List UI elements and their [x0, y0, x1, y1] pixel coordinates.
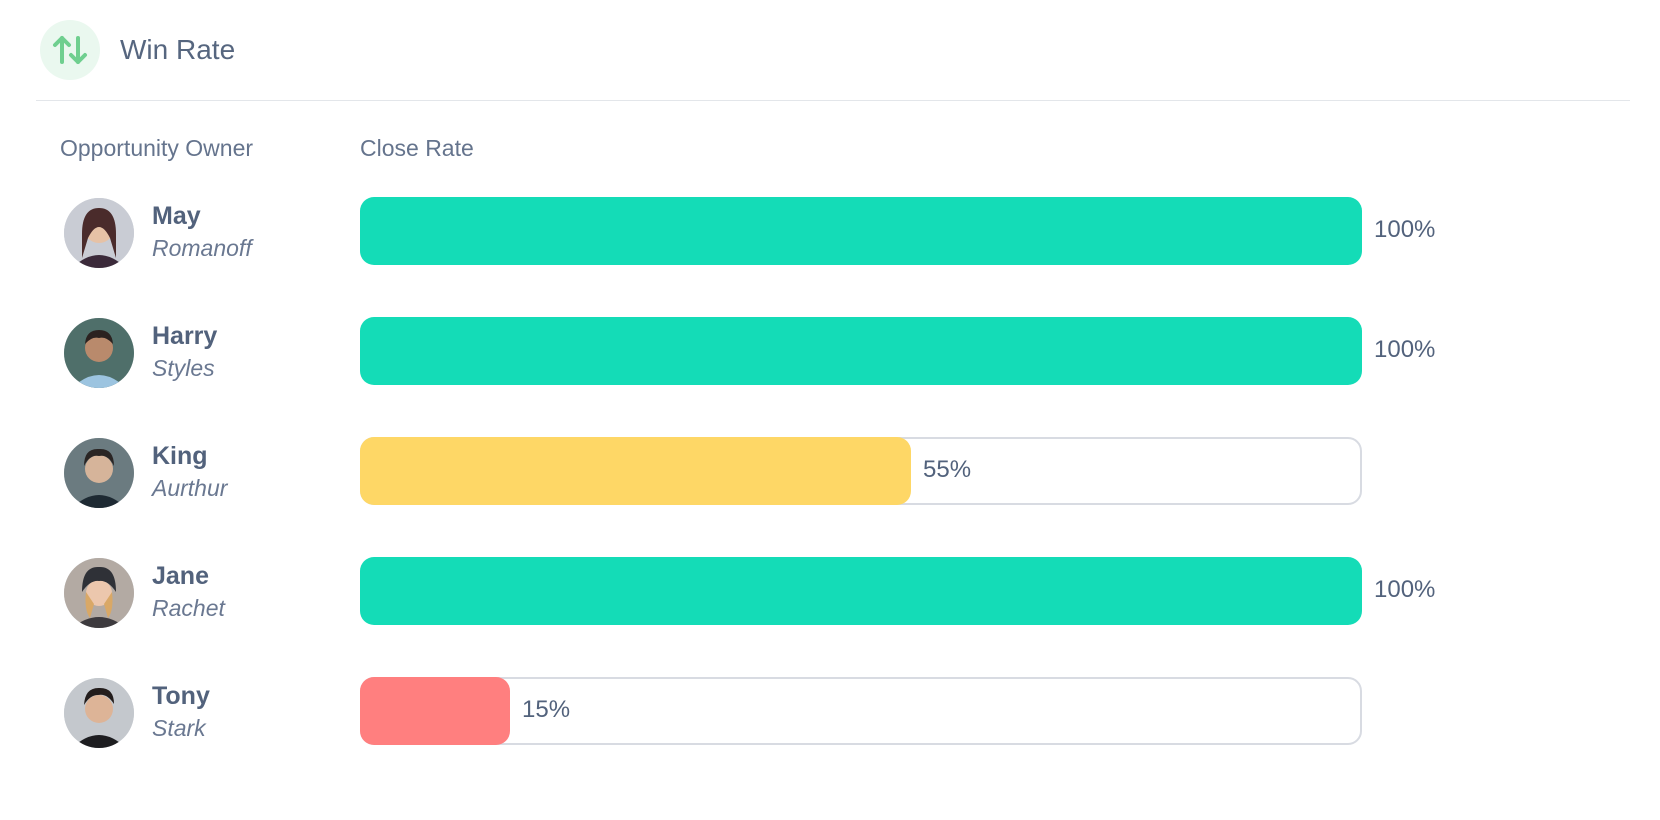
sort-arrows-icon — [40, 20, 100, 80]
owner-name: Jane Rachet — [152, 560, 225, 624]
owner-last-name: Aurthur — [152, 475, 228, 501]
avatar — [64, 318, 134, 388]
owner-last-name: Rachet — [152, 595, 225, 621]
close-rate-bar — [360, 557, 1362, 625]
owner-row: King Aurthur 55% — [0, 436, 1660, 508]
close-rate-fill — [360, 197, 1362, 265]
owner-first-name: May — [152, 202, 201, 230]
owner-last-name: Romanoff — [152, 235, 252, 261]
close-rate-value: 100% — [1374, 576, 1436, 603]
column-header-owner: Opportunity Owner — [60, 135, 254, 161]
close-rate-value: 100% — [1374, 216, 1436, 243]
owner-first-name: Harry — [152, 322, 218, 350]
close-rate-fill — [360, 437, 911, 505]
owner-row: Tony Stark 15% — [0, 676, 1660, 748]
close-rate-bar — [360, 677, 1362, 745]
close-rate-fill — [360, 677, 510, 745]
avatar — [64, 678, 134, 748]
owner-name: Harry Styles — [152, 320, 217, 384]
owner-last-name: Styles — [152, 355, 215, 381]
avatar — [64, 198, 134, 268]
close-rate-value: 15% — [522, 696, 571, 723]
owner-first-name: Jane — [152, 562, 209, 590]
close-rate-fill — [360, 557, 1362, 625]
owner-name: King Aurthur — [152, 440, 227, 504]
close-rate-bar — [360, 437, 1362, 505]
widget-title: Win Rate — [120, 34, 236, 65]
owner-row: Jane Rachet 100% — [0, 556, 1660, 628]
owner-last-name: Stark — [152, 715, 206, 741]
close-rate-value: 55% — [923, 456, 972, 483]
column-header-close-rate: Close Rate — [360, 135, 474, 161]
owner-name: May Romanoff — [152, 200, 252, 264]
owner-row: May Romanoff 100% — [0, 196, 1660, 268]
owner-name: Tony Stark — [152, 680, 210, 744]
owner-first-name: Tony — [152, 682, 210, 710]
close-rate-fill — [360, 317, 1362, 385]
card-header: Win Rate — [36, 20, 1630, 101]
close-rate-bar — [360, 197, 1362, 265]
avatar — [64, 558, 134, 628]
avatar — [64, 438, 134, 508]
close-rate-bar — [360, 317, 1362, 385]
owner-first-name: King — [152, 442, 208, 470]
close-rate-value: 100% — [1374, 336, 1436, 363]
owner-row: Harry Styles 100% — [0, 316, 1660, 388]
